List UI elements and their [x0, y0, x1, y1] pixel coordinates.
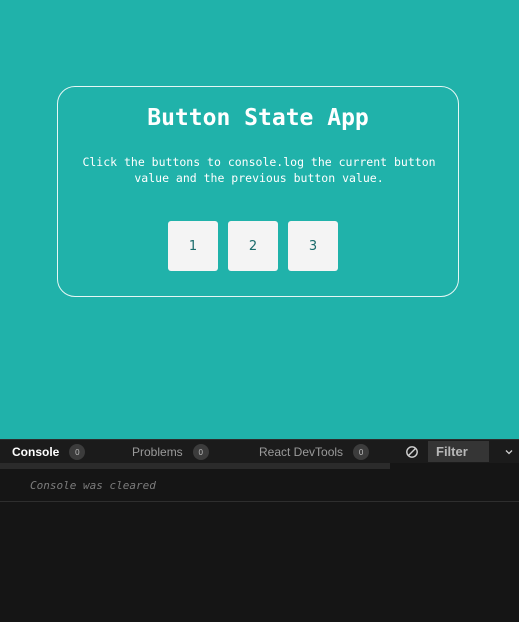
app-preview: Button State App Click the buttons to co… [0, 0, 519, 439]
filter-input[interactable] [428, 441, 489, 462]
chevron-down-icon[interactable] [504, 447, 514, 457]
tab-console[interactable]: Console 0 [12, 440, 86, 464]
tab-problems[interactable]: Problems 0 [132, 440, 209, 464]
tab-react-devtools-label: React DevTools [259, 445, 344, 459]
button-3[interactable]: 3 [288, 221, 338, 271]
console-output: Console was cleared [0, 469, 519, 622]
clear-console-icon[interactable] [405, 445, 419, 459]
tab-console-count: 0 [69, 444, 86, 460]
tab-react-devtools[interactable]: React DevTools 0 [259, 440, 370, 464]
tab-react-devtools-count: 0 [353, 444, 370, 460]
tab-console-label: Console [12, 445, 60, 459]
app-description: Click the buttons to console.log the cur… [82, 155, 436, 185]
app-card: Button State App Click the buttons to co… [57, 86, 459, 297]
app-title: Button State App [147, 105, 369, 131]
button-row: 1 2 3 [168, 221, 338, 271]
tab-problems-count: 0 [192, 444, 209, 460]
console-message: Console was cleared [0, 469, 519, 502]
button-1[interactable]: 1 [168, 221, 218, 271]
tab-problems-label: Problems [132, 445, 183, 459]
console-toolbar: Console 0 Problems 0 React DevTools 0 [0, 439, 519, 463]
button-2[interactable]: 2 [228, 221, 278, 271]
